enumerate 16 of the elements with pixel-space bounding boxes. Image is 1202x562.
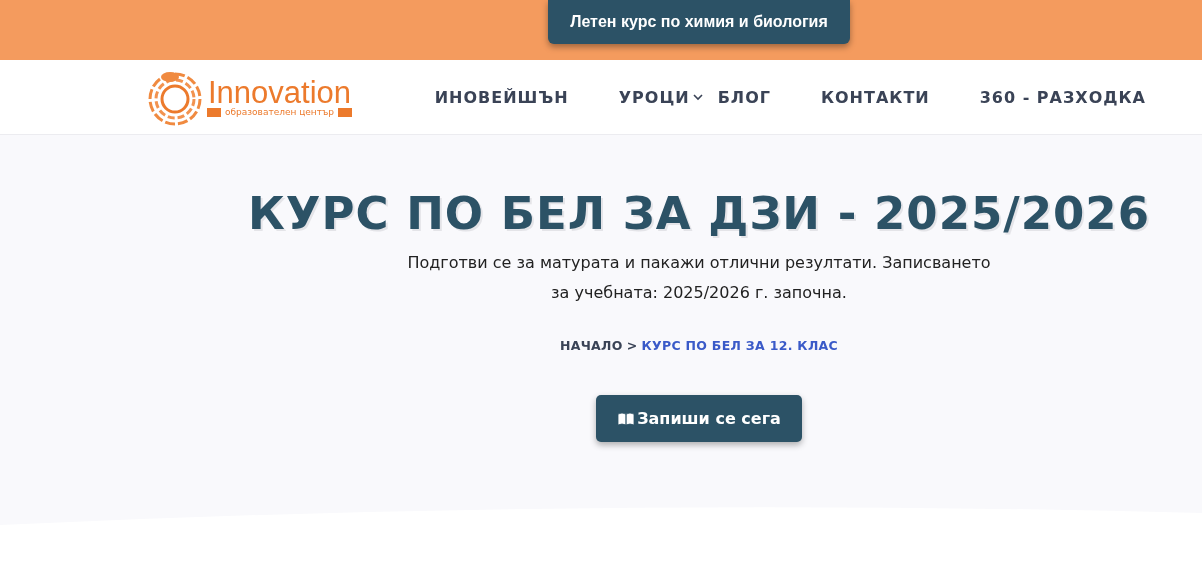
nav-link[interactable]: ИНОВЕЙШЪН xyxy=(434,87,569,107)
hero-subtitle: Подготви се за матурата и пакажи отлични резултати. Записването за учебната: 2025/2026 г. започна. xyxy=(406,252,992,304)
page-title: КУРС ПО БЕЛ ЗА ДЗИ - 2025/2026 xyxy=(248,187,1150,240)
nav-link[interactable]: УРОЦИ xyxy=(618,87,704,107)
nav-link[interactable]: КОНТАКТИ xyxy=(820,87,930,107)
breadcrumb-home-link[interactable]: НАЧАЛО xyxy=(559,338,623,353)
nav-link[interactable]: БЛОГ xyxy=(717,87,771,107)
book-icon xyxy=(617,411,636,426)
breadcrumb-separator: > xyxy=(626,338,638,353)
nav-link[interactable]: 360 - РАЗХОДКА xyxy=(979,87,1146,107)
promo-button[interactable]: Летен курс по химия и биология xyxy=(548,0,850,44)
breadcrumb-current: КУРС ПО БЕЛ ЗА 12. КЛАС xyxy=(641,338,838,353)
logo-name: Innovation xyxy=(208,77,352,108)
chevron-down-icon xyxy=(691,91,704,103)
enroll-button[interactable]: Запиши се сега xyxy=(596,395,802,442)
logo-tagline: образователен център xyxy=(207,108,353,117)
